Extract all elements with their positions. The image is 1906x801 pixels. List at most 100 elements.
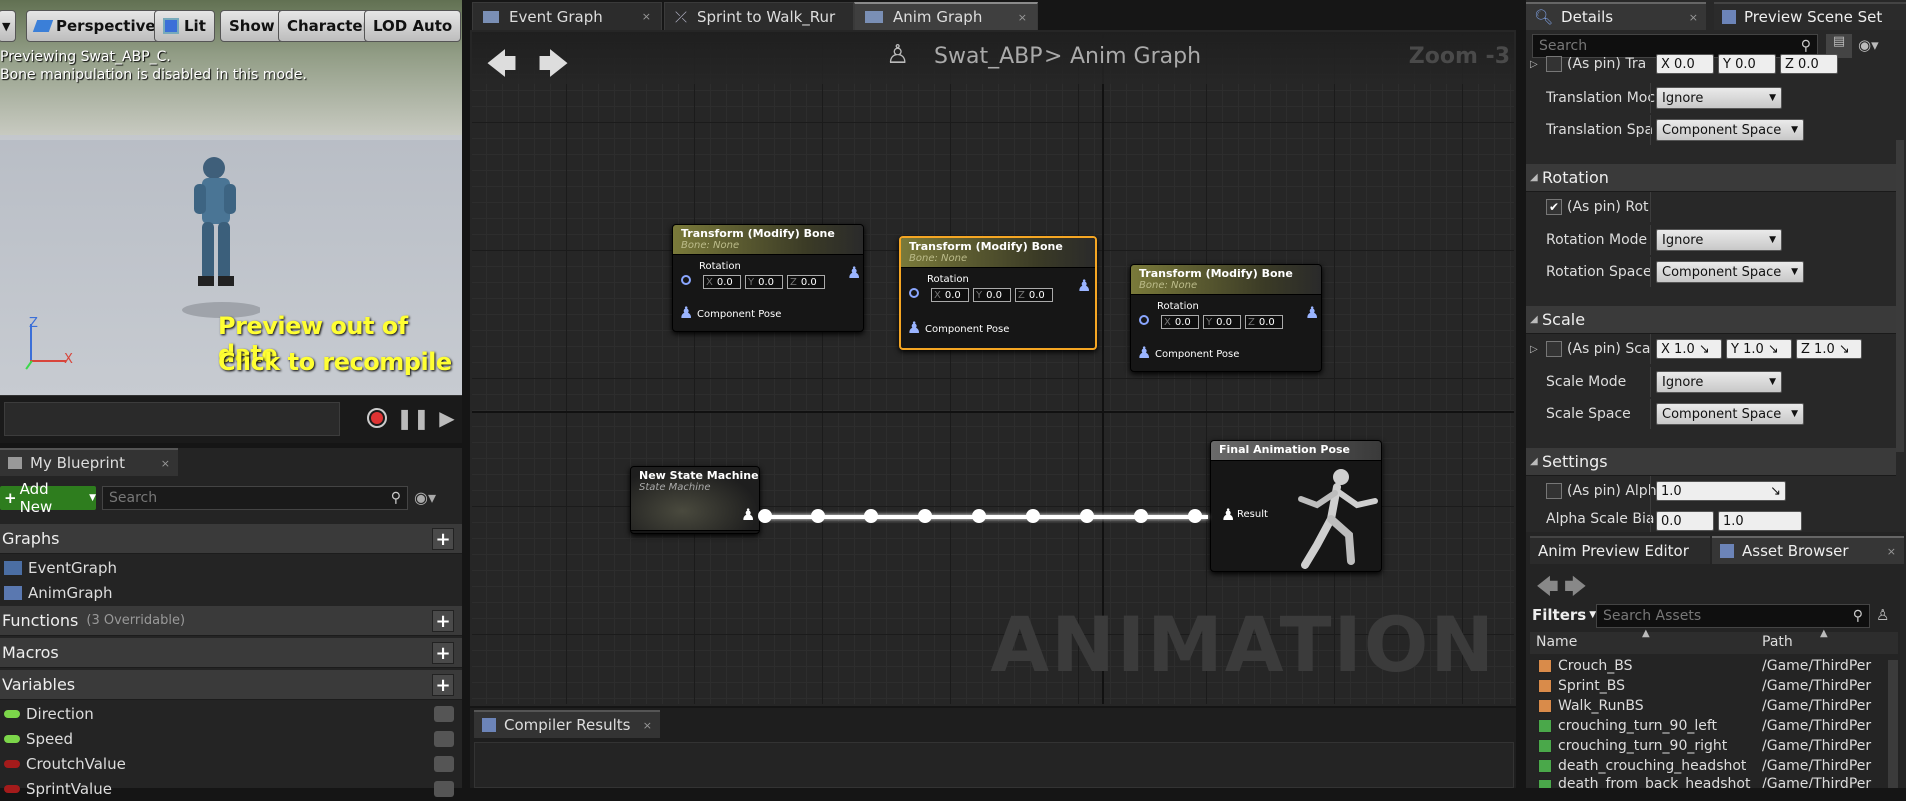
alpha-bias-min-field[interactable]: 0.0	[1656, 511, 1714, 531]
rotation-pin-checkbox[interactable]: ✔	[1546, 199, 1562, 215]
tab-asset-browser[interactable]: Asset Browser ×	[1712, 536, 1904, 564]
eye-icon[interactable]	[434, 756, 454, 772]
visibility-eye-icon[interactable]: ◉▾	[414, 488, 436, 507]
user-icon[interactable]: ♙	[1876, 606, 1889, 624]
rotation-x-field[interactable]: X 0.0	[703, 275, 741, 289]
expand-arrow-icon[interactable]: ▷	[1530, 344, 1538, 355]
state-machine-node[interactable]: New State Machine State Machine ♟	[630, 466, 760, 534]
rotation-y-field[interactable]: Y 0.0	[1203, 315, 1241, 329]
scale-mode-dropdown[interactable]: Ignore	[1656, 371, 1782, 393]
anim-graph-canvas[interactable]: 🡄 🡆 ♙ Swat_ABP > Anim Graph Zoom -3 Tran…	[470, 30, 1516, 706]
eye-icon[interactable]	[434, 706, 454, 722]
pose-input-pin-icon[interactable]: ♟	[1221, 505, 1235, 524]
filters-button[interactable]: Filters ▼	[1532, 606, 1596, 624]
macros-category[interactable]: Macros +	[0, 638, 462, 668]
rotation-category[interactable]: ◢ Rotation	[1526, 164, 1896, 192]
pose-output-pin-icon[interactable]: ♟	[1077, 276, 1091, 295]
rotation-x-field[interactable]: X 0.0	[1161, 315, 1199, 329]
scale-pin-checkbox[interactable]	[1546, 341, 1562, 357]
preview-viewport[interactable]: ▼ Perspective Lit Show Character LOD Aut…	[0, 0, 462, 395]
history-forward-icon[interactable]: 🡆	[1564, 570, 1587, 608]
asset-row[interactable]: death_crouching_headshot_ /Game/ThirdPer	[1526, 756, 1898, 776]
tab-anim-graph[interactable]: Anim Graph ×	[854, 2, 1038, 30]
close-icon[interactable]: ×	[1887, 545, 1896, 558]
rotation-vector[interactable]: X 0.0 Y 0.0 Z 0.0	[1161, 315, 1283, 329]
eye-icon[interactable]	[434, 731, 454, 747]
tab-preview-scene-settings[interactable]: Preview Scene Set	[1714, 2, 1906, 30]
wire-knot[interactable]	[972, 509, 986, 523]
scale-space-dropdown[interactable]: Component Space	[1656, 403, 1804, 425]
tab-anim-preview-editor[interactable]: Anim Preview Editor	[1530, 536, 1710, 564]
close-icon[interactable]: ×	[1689, 11, 1698, 24]
back-arrow-icon[interactable]: 🡄	[486, 42, 517, 93]
translation-space-dropdown[interactable]: Component Space	[1656, 119, 1804, 141]
variable-item[interactable]: SprintValue	[0, 777, 462, 801]
tab-details[interactable]: 🔍︎ Details ×	[1526, 2, 1706, 30]
viewport-menu-button[interactable]: ▼	[0, 10, 16, 42]
wire-knot[interactable]	[758, 509, 772, 523]
pose-input-pin-icon[interactable]: ♟	[1137, 343, 1151, 362]
perspective-button[interactable]: Perspective	[26, 10, 165, 42]
wire-knot[interactable]	[1026, 509, 1040, 523]
rotation-input-pin[interactable]	[909, 288, 919, 298]
rotation-space-dropdown[interactable]: Component Space	[1656, 261, 1804, 283]
transform-bone-node[interactable]: Transform (Modify) Bone Bone: None Rotat…	[672, 224, 864, 332]
functions-category[interactable]: Functions (3 Overridable) +	[0, 606, 462, 636]
asset-search-input[interactable]: Search Assets ⚲	[1596, 604, 1870, 628]
asset-row[interactable]: Walk_RunBS/Game/ThirdPer	[1526, 696, 1898, 716]
pose-input-pin-icon[interactable]: ♟	[907, 318, 921, 337]
rotation-z-field[interactable]: Z 0.0	[1245, 315, 1283, 329]
add-macro-button[interactable]: +	[432, 642, 454, 664]
column-name[interactable]: Name	[1536, 634, 1577, 650]
add-function-button[interactable]: +	[432, 610, 454, 632]
graphs-category[interactable]: Graphs +	[0, 524, 462, 554]
column-path[interactable]: Path	[1762, 634, 1793, 650]
variable-item[interactable]: CroutchValue	[0, 752, 462, 776]
final-animation-pose-node[interactable]: Final Animation Pose ♟ Result	[1210, 440, 1382, 572]
pose-output-pin-icon[interactable]: ♟	[1305, 303, 1319, 322]
wire-knot[interactable]	[1080, 509, 1094, 523]
translation-mode-dropdown[interactable]: Ignore	[1656, 87, 1782, 109]
translation-x-field[interactable]: X 0.0	[1656, 54, 1714, 74]
transform-bone-node[interactable]: Transform (Modify) Bone Bone: None Rotat…	[1130, 264, 1322, 372]
asset-scrollbar[interactable]	[1888, 660, 1898, 788]
add-variable-button[interactable]: +	[432, 674, 454, 696]
scale-z-field[interactable]: Z 1.0 ↘	[1796, 339, 1862, 359]
close-icon[interactable]: ×	[642, 10, 651, 23]
rotation-mode-dropdown[interactable]: Ignore	[1656, 229, 1782, 251]
rotation-input-pin[interactable]	[681, 275, 691, 285]
tab-compiler-results[interactable]: Compiler Results ×	[474, 710, 660, 738]
wire-knot[interactable]	[811, 509, 825, 523]
rotation-y-field[interactable]: Y 0.0	[745, 275, 783, 289]
close-icon[interactable]: ×	[643, 719, 652, 732]
pose-output-pin-icon[interactable]: ♟	[847, 263, 861, 282]
rotation-y-field[interactable]: Y 0.0	[973, 288, 1011, 302]
scale-x-field[interactable]: X 1.0 ↘	[1656, 339, 1722, 359]
rotation-input-pin[interactable]	[1139, 315, 1149, 325]
variable-item[interactable]: Speed	[0, 727, 462, 751]
add-graph-button[interactable]: +	[432, 528, 454, 550]
asset-row[interactable]: Sprint_BS/Game/ThirdPer	[1526, 676, 1898, 696]
translation-pin-checkbox[interactable]	[1546, 56, 1562, 72]
settings-category[interactable]: ◢ Settings	[1526, 448, 1896, 476]
expand-arrow-icon[interactable]: ▷	[1530, 59, 1538, 70]
rotation-z-field[interactable]: Z 0.0	[1015, 288, 1053, 302]
graph-item-animgraph[interactable]: AnimGraph	[0, 581, 462, 605]
tab-my-blueprint[interactable]: My Blueprint ×	[0, 448, 178, 476]
scale-category[interactable]: ◢ Scale	[1526, 306, 1896, 334]
forward-arrow-icon[interactable]: 🡆	[538, 42, 569, 93]
close-icon[interactable]: ×	[1018, 11, 1027, 24]
wire-knot[interactable]	[1134, 509, 1148, 523]
wire-knot[interactable]	[918, 509, 932, 523]
translation-z-field[interactable]: Z 0.0	[1780, 54, 1838, 74]
stale-preview-line2[interactable]: Click to recompile	[218, 348, 452, 376]
record-button[interactable]	[363, 404, 391, 432]
pose-input-pin-icon[interactable]: ♟	[679, 303, 693, 322]
rotation-vector[interactable]: X 0.0 Y 0.0 Z 0.0	[703, 275, 825, 289]
alpha-bias-max-field[interactable]: 1.0	[1718, 511, 1802, 531]
alpha-pin-checkbox[interactable]	[1546, 483, 1562, 499]
lod-button[interactable]: LOD Auto	[364, 10, 462, 42]
add-new-button[interactable]: + Add New ▼	[0, 480, 96, 516]
eye-icon[interactable]	[434, 781, 454, 797]
graph-item-eventgraph[interactable]: EventGraph	[0, 556, 462, 580]
